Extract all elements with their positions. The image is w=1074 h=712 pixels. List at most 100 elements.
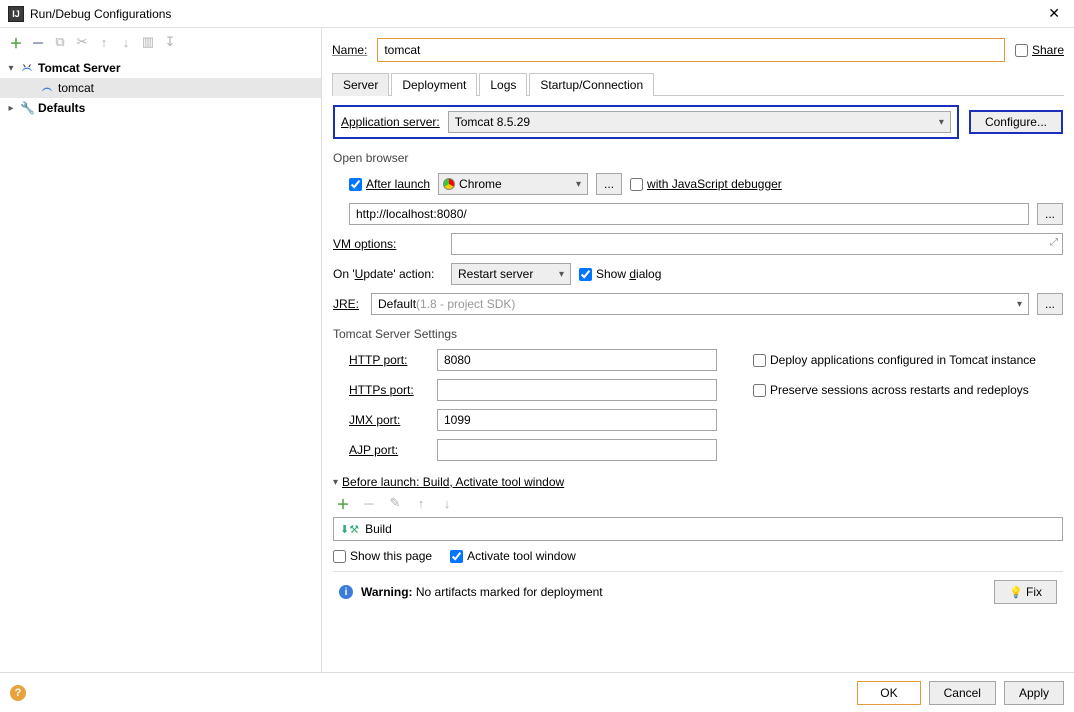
expand-icon[interactable]: ⤢ — [1050, 237, 1058, 248]
https-port-input[interactable] — [437, 379, 717, 401]
jre-ellipsis-button[interactable]: ... — [1037, 293, 1063, 315]
tab-server[interactable]: Server — [332, 73, 389, 96]
on-update-label: On 'Update' action: — [333, 267, 443, 281]
sidebar-toolbar: ＋ － ⧉ ✂ ↑ ↓ ▥ ↧ — [0, 28, 321, 56]
tab-logs[interactable]: Logs — [479, 73, 527, 96]
titlebar: IJ Run/Debug Configurations ✕ — [0, 0, 1074, 28]
app-server-value: Tomcat 8.5.29 — [455, 115, 530, 129]
show-this-page-label: Show this page — [350, 549, 432, 563]
tab-deployment[interactable]: Deployment — [391, 73, 477, 96]
browser-value: Chrome — [459, 177, 502, 191]
tree-label: tomcat — [58, 81, 94, 95]
js-debugger-input[interactable] — [630, 178, 643, 191]
tomcat-icon — [40, 81, 54, 95]
sidebar: ＋ － ⧉ ✂ ↑ ↓ ▥ ↧ ▾ Tomcat Server tomcat ▸… — [0, 28, 322, 672]
browser-select[interactable]: Chrome — [438, 173, 588, 195]
caret-down-icon: ▾ — [6, 63, 16, 74]
after-launch-input[interactable] — [349, 178, 362, 191]
js-debugger-checkbox[interactable]: with JavaScript debugger — [630, 177, 782, 191]
after-launch-label: After launch — [366, 177, 430, 191]
bl-remove-icon[interactable]: － — [361, 495, 377, 511]
share-checkbox-input[interactable] — [1015, 44, 1028, 57]
build-item-label: Build — [365, 522, 392, 536]
bl-add-icon[interactable]: ＋ — [335, 495, 351, 511]
js-debugger-label: with JavaScript debugger — [647, 177, 782, 191]
close-icon[interactable]: ✕ — [1042, 5, 1066, 22]
jre-select[interactable]: Default (1.8 - project SDK) — [371, 293, 1029, 315]
before-launch-header[interactable]: ▾ Before launch: Build, Activate tool wi… — [333, 475, 1063, 489]
name-label: Name: — [332, 43, 367, 57]
tomcat-settings-fieldset: Tomcat Server Settings HTTP port: Deploy… — [333, 323, 1063, 461]
bl-edit-icon[interactable]: ✎ — [387, 495, 403, 511]
show-dialog-input[interactable] — [579, 268, 592, 281]
server-panel: Application server: Tomcat 8.5.29 Config… — [332, 96, 1064, 672]
http-port-input[interactable] — [437, 349, 717, 371]
wrench-icon: 🔧 — [20, 101, 34, 115]
show-this-page-input[interactable] — [333, 550, 346, 563]
bl-down-icon[interactable]: ↓ — [439, 495, 455, 511]
tree-node-tomcat-server[interactable]: ▾ Tomcat Server — [0, 58, 321, 78]
warning-text: Warning: No artifacts marked for deploym… — [361, 585, 603, 599]
preserve-sessions-label: Preserve sessions across restarts and re… — [770, 383, 1029, 397]
config-tree: ▾ Tomcat Server tomcat ▸ 🔧 Defaults — [0, 56, 321, 672]
remove-config-icon[interactable]: － — [30, 34, 46, 50]
build-icon: ⬇⚒ — [340, 523, 359, 536]
on-update-select[interactable]: Restart server — [451, 263, 571, 285]
tree-node-defaults[interactable]: ▸ 🔧 Defaults — [0, 98, 321, 118]
jmx-port-input[interactable] — [437, 409, 717, 431]
browser-ellipsis-button[interactable]: ... — [596, 173, 622, 195]
show-this-page-checkbox[interactable]: Show this page — [333, 549, 432, 563]
tree-label: Tomcat Server — [38, 61, 120, 75]
url-input[interactable] — [349, 203, 1029, 225]
jmx-port-label: JMX port: — [349, 413, 429, 427]
caret-right-icon: ▸ — [6, 103, 16, 114]
activate-tool-window-input[interactable] — [450, 550, 463, 563]
tab-startup[interactable]: Startup/Connection — [529, 73, 654, 96]
fix-button[interactable]: 💡Fix — [994, 580, 1057, 604]
deploy-apps-input[interactable] — [753, 354, 766, 367]
open-browser-fieldset: Open browser After launch Chrome ... — [333, 147, 1063, 225]
move-up-icon[interactable]: ↑ — [96, 34, 112, 50]
bl-up-icon[interactable]: ↑ — [413, 495, 429, 511]
sort-icon[interactable]: ↧ — [162, 34, 178, 50]
before-launch-list[interactable]: ⬇⚒ Build — [333, 517, 1063, 541]
config-panel: Name: Share Server Deployment Logs Start… — [322, 28, 1074, 672]
folder-icon[interactable]: ▥ — [140, 34, 156, 50]
apply-button[interactable]: Apply — [1004, 681, 1064, 705]
vm-options-input[interactable]: ⤢ — [451, 233, 1063, 255]
caret-down-icon: ▾ — [333, 477, 338, 488]
preserve-sessions-checkbox[interactable]: Preserve sessions across restarts and re… — [753, 383, 1063, 397]
after-launch-checkbox[interactable]: After launch — [349, 177, 430, 191]
ok-button[interactable]: OK — [857, 681, 920, 705]
name-input[interactable] — [377, 38, 1005, 62]
deploy-apps-label: Deploy applications configured in Tomcat… — [770, 353, 1036, 367]
tomcat-icon — [20, 61, 34, 75]
share-checkbox[interactable]: Share — [1015, 43, 1064, 57]
deploy-apps-checkbox[interactable]: Deploy applications configured in Tomcat… — [753, 353, 1063, 367]
copy-config-icon[interactable]: ⧉ — [52, 34, 68, 50]
preserve-sessions-input[interactable] — [753, 384, 766, 397]
add-config-icon[interactable]: ＋ — [8, 34, 24, 50]
app-server-select[interactable]: Tomcat 8.5.29 — [448, 111, 951, 133]
activate-tool-window-checkbox[interactable]: Activate tool window — [450, 549, 576, 563]
cancel-button[interactable]: Cancel — [929, 681, 996, 705]
share-label: Share — [1032, 43, 1064, 57]
vm-options-label: VM options: — [333, 237, 443, 251]
info-icon: i — [339, 585, 353, 599]
tabs: Server Deployment Logs Startup/Connectio… — [332, 72, 1064, 96]
ajp-port-input[interactable] — [437, 439, 717, 461]
help-icon[interactable]: ? — [10, 685, 26, 701]
app-server-label: Application server: — [341, 115, 440, 129]
move-down-icon[interactable]: ↓ — [118, 34, 134, 50]
app-server-row: Application server: Tomcat 8.5.29 — [333, 105, 959, 139]
bottom-bar: ? OK Cancel Apply — [0, 672, 1074, 712]
url-ellipsis-button[interactable]: ... — [1037, 203, 1063, 225]
on-update-value: Restart server — [458, 267, 533, 281]
tree-node-tomcat[interactable]: tomcat — [0, 78, 321, 98]
settings-icon[interactable]: ✂ — [74, 34, 90, 50]
before-launch-label: Before launch: Build, Activate tool wind… — [342, 475, 564, 489]
before-launch-section: ▾ Before launch: Build, Activate tool wi… — [333, 475, 1063, 563]
show-dialog-checkbox[interactable]: Show dialog — [579, 267, 661, 281]
configure-button[interactable]: Configure... — [969, 110, 1063, 134]
bulb-icon: 💡 — [1009, 587, 1023, 599]
